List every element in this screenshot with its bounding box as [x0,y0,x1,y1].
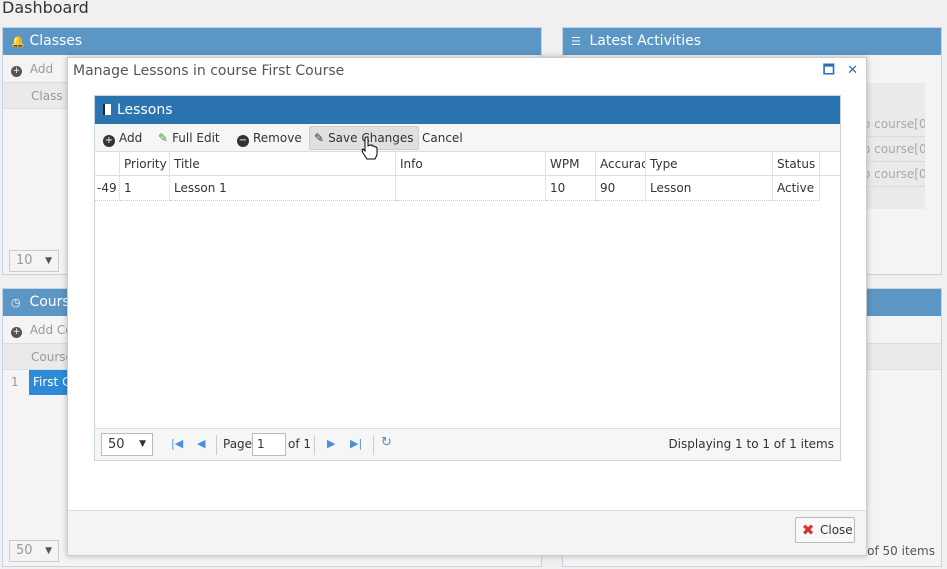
page-label: Page [223,437,253,451]
page-title: Dashboard [2,0,89,17]
add-circle-icon[interactable]: + [11,327,22,338]
cell-accuracy[interactable]: 90 [596,176,646,201]
cell-info[interactable] [396,176,546,201]
close-icon[interactable]: ✕ [847,63,858,78]
previous-page-icon[interactable]: ◀ [197,437,205,450]
dialog-title: Manage Lessons in course First Course [73,63,345,79]
dropdown-arrow-icon: ▼ [45,256,52,266]
col-header-accuracy[interactable]: Accuracy [596,152,646,176]
cell-id[interactable]: -49 [95,176,120,201]
cancel-label: Cancel [422,131,463,145]
cell-type[interactable]: Lesson [646,176,773,201]
col-header-id[interactable] [95,152,120,176]
col-header-type[interactable]: Type [646,152,773,176]
page-number-input[interactable]: 1 [252,433,286,456]
lessons-grid: Lessons + Add ✎ Full Edit − Remove ✎ Save Ch… [94,95,841,461]
classes-add-button[interactable]: Add [30,62,53,76]
cell-wpm[interactable]: 10 [546,176,596,201]
add-circle-icon[interactable]: + [11,66,22,77]
book-icon [103,104,111,115]
dialog-titlebar[interactable]: Manage Lessons in course First Course 🗖 … [68,58,866,84]
activities-panel-header: ☰ Latest Activities [563,28,941,55]
minus-circle-icon: − [237,135,249,147]
dropdown-arrow-icon: ▼ [45,546,52,556]
col-header-status[interactable]: Status [773,152,820,176]
lessons-toolbar: + Add ✎ Full Edit − Remove ✎ Save Changes Ca… [95,124,840,152]
table-row[interactable]: -49 1 Lesson 1 10 90 Lesson Active [95,176,840,201]
activity-row: o course[0 [863,162,925,187]
page-size-value: 50 [108,437,125,452]
course-row-index: 1 [11,375,19,389]
add-lesson-button[interactable]: + Add [99,126,146,150]
courses-page-size-value: 50 [16,543,33,558]
activities-pager-display: 0 of 50 items [855,544,935,558]
lessons-grid-title: Lessons [117,102,173,118]
full-edit-label: Full Edit [172,131,220,145]
close-x-icon: ✖ [801,521,815,539]
col-header-info[interactable]: Info [396,152,546,176]
manage-lessons-dialog: Manage Lessons in course First Course 🗖 … [67,57,867,556]
classes-page-size-value: 10 [16,253,33,268]
cell-status[interactable]: Active [773,176,820,201]
dropdown-arrow-icon: ▼ [139,439,146,449]
full-edit-button[interactable]: ✎ Full Edit [154,126,224,150]
activities-panel-title: Latest Activities [589,33,702,49]
hand-cursor-icon [361,136,378,160]
courses-page-size-select[interactable]: 50 ▼ [9,540,59,562]
page-of-label: of 1 [288,437,312,451]
close-button-label: Close [820,523,853,537]
col-header-wpm[interactable]: WPM [546,152,596,176]
lessons-pager: 50 ▼ |◀ ◀ Page 1 of 1 ▶ ▶| ↻ Displaying … [95,428,840,460]
cell-title[interactable]: Lesson 1 [170,176,396,201]
pencil-icon: ✎ [158,131,169,145]
maximize-icon[interactable]: 🗖 [823,63,835,78]
add-lesson-label: Add [119,131,143,145]
remove-button[interactable]: − Remove [233,126,306,150]
pager-display: Displaying 1 to 1 of 1 items [668,437,834,451]
col-header-priority[interactable]: Priority [120,152,170,176]
bell-icon: 🔔 [11,35,25,48]
clock-icon: ◷ [11,296,21,309]
next-page-icon[interactable]: ▶ [327,437,335,450]
classes-page-size-select[interactable]: 10 ▼ [9,250,59,272]
last-page-icon[interactable]: ▶| [350,437,362,450]
activity-row: o course[0 [863,137,925,162]
dialog-footer: ✖ Close [68,510,866,555]
classes-panel-header: 🔔 Classes [3,28,541,55]
cancel-button[interactable]: Cancel [418,126,467,150]
course-row-name[interactable]: First C [29,370,70,395]
list-icon: ☰ [571,35,581,48]
activity-row: o course[0 [863,112,925,137]
page-size-select[interactable]: 50 ▼ [101,433,153,456]
classes-panel-title: Classes [29,33,83,49]
first-page-icon[interactable]: |◀ [171,437,183,450]
refresh-icon[interactable]: ↻ [381,435,392,450]
pencil-icon: ✎ [314,131,325,145]
close-button[interactable]: ✖ Close [795,517,855,543]
add-circle-icon: + [103,135,115,147]
cell-priority[interactable]: 1 [120,176,170,201]
lessons-grid-header: Lessons [95,96,840,124]
remove-label: Remove [253,131,302,145]
lessons-column-headers: Priority Title Info WPM Accuracy Type St… [95,152,840,176]
